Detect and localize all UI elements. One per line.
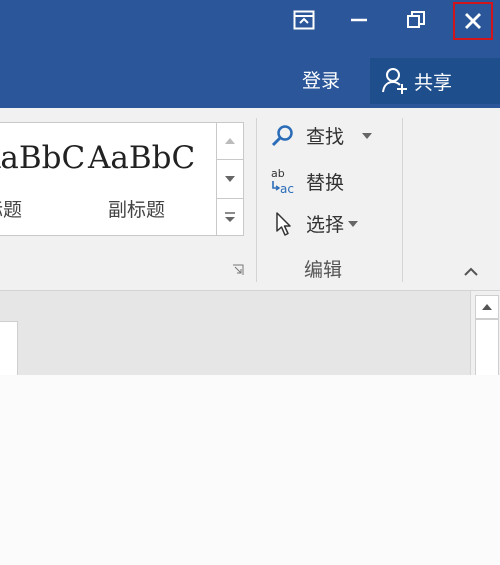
style-sample-subtitle[interactable]: AaBbC (88, 140, 195, 176)
dropdown-caret-icon (362, 132, 373, 139)
scroll-thumb[interactable] (475, 319, 499, 376)
close-button[interactable] (453, 2, 493, 40)
minimize-icon (351, 18, 367, 22)
styles-dialog-launcher[interactable] (232, 264, 246, 278)
gallery-scroll-down-button[interactable] (216, 159, 244, 199)
document-page[interactable] (0, 321, 18, 376)
chevron-up-icon (464, 267, 478, 276)
find-button[interactable]: 查找 (268, 122, 373, 149)
svg-text:ac: ac (280, 182, 294, 196)
magnifier-icon (271, 124, 293, 146)
dropdown-caret-icon (348, 220, 359, 227)
title-bar (0, 0, 500, 48)
style-sample-title[interactable]: AaBbC (0, 140, 85, 176)
share-button[interactable]: 共享 (370, 58, 500, 104)
chevron-down-icon (225, 176, 235, 182)
restore-icon (407, 11, 425, 28)
vertical-scrollbar[interactable] (470, 291, 500, 376)
cursor-arrow-icon (276, 211, 291, 236)
find-label: 查找 (306, 126, 345, 148)
gallery-scroll-up-button[interactable] (216, 122, 244, 160)
group-divider (402, 118, 403, 282)
close-icon (465, 13, 481, 29)
replace-label: 替换 (306, 171, 345, 194)
group-divider (256, 118, 257, 282)
replace-button[interactable]: ab ac 替换 (268, 166, 344, 196)
style-name-title[interactable]: 标题 (0, 195, 22, 222)
login-link[interactable]: 登录 (302, 66, 340, 93)
share-label: 共享 (414, 71, 453, 94)
add-person-icon (382, 68, 407, 94)
editing-group-label: 编辑 (304, 259, 343, 281)
minimize-button[interactable] (342, 5, 376, 35)
ribbon-display-options-button[interactable] (287, 5, 321, 35)
style-name-subtitle[interactable]: 副标题 (108, 195, 165, 222)
ribbon-display-options-icon (293, 10, 315, 30)
select-button[interactable]: 选择 (268, 210, 359, 237)
scroll-up-button[interactable] (475, 295, 499, 319)
dialog-launcher-icon (233, 264, 244, 275)
restore-button[interactable] (399, 5, 433, 35)
chevron-up-icon (482, 304, 492, 310)
chevron-up-icon (225, 138, 235, 144)
select-label: 选择 (306, 214, 345, 236)
blank-region (0, 375, 500, 565)
gallery-more-button[interactable] (216, 198, 244, 236)
ab-ac-replace-icon: ab ac (271, 167, 294, 196)
svg-text:ab: ab (271, 167, 285, 180)
more-styles-icon (225, 212, 235, 222)
collapse-ribbon-button[interactable] (462, 262, 480, 280)
document-area (0, 291, 470, 375)
